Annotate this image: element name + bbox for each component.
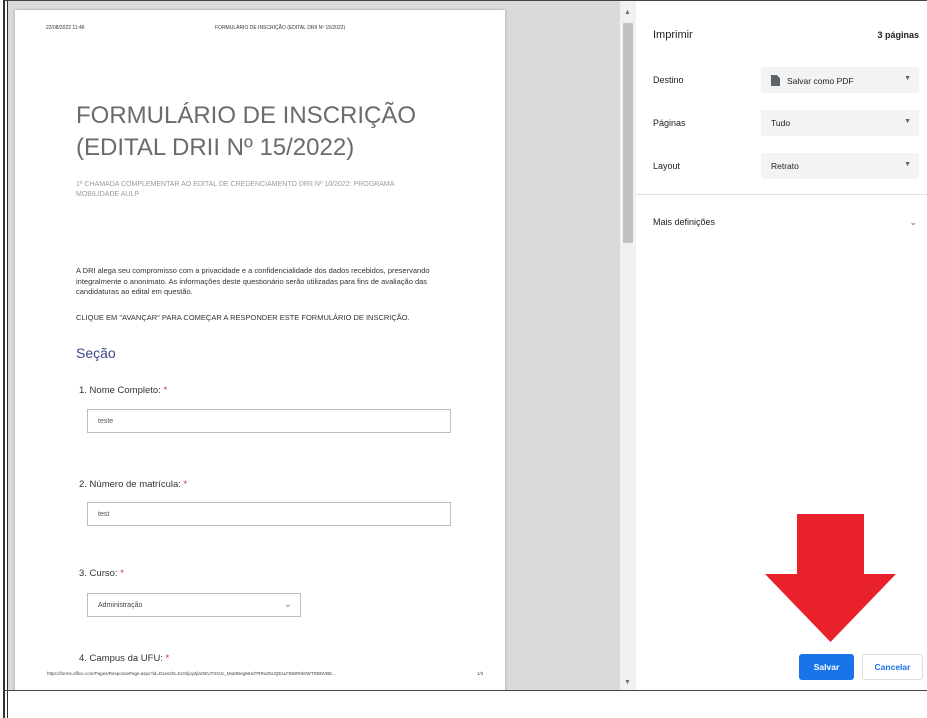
required-marker: *	[183, 479, 188, 490]
course-select-value: Administração	[98, 602, 143, 609]
section-title: Seção	[76, 345, 116, 361]
pages-label: Páginas	[653, 118, 686, 128]
destination-label: Destino	[653, 75, 684, 85]
question-label-2: 2. Número de matrícula: *	[79, 479, 187, 490]
required-marker: *	[120, 568, 124, 579]
pages-select[interactable]: Tudo ▼	[761, 110, 919, 136]
panel-title: Imprimir	[653, 29, 693, 41]
page-header-title: FORMULÁRIO DE INSCRIÇÃO (EDITAL DRII Nº …	[215, 25, 346, 31]
pages-value: Tudo	[771, 118, 791, 128]
question-text: 1. Nome Completo:	[79, 385, 161, 396]
question-text: 2. Número de matrícula:	[79, 479, 181, 490]
question-text: 4. Campus da UFU:	[79, 653, 163, 664]
chevron-down-icon: ▼	[904, 161, 911, 168]
print-preview-area: 22/08/2022 11:46 FORMULÁRIO DE INSCRIÇÃO…	[8, 1, 636, 690]
layout-value: Retrato	[771, 161, 799, 171]
required-marker: *	[163, 385, 168, 396]
page-footer-url: https://forms.office.com/Pages/ResponseP…	[47, 671, 336, 676]
document-icon	[771, 75, 780, 86]
form-subtitle: 1ª CHAMADA COMPLEMENTAR AO EDITAL DE CRE…	[76, 181, 395, 198]
save-button[interactable]: Salvar	[799, 654, 854, 680]
chevron-down-icon: ▼	[904, 75, 911, 82]
form-title: FORMULÁRIO DE INSCRIÇÃO (EDITAL DRII Nº …	[76, 100, 456, 164]
question-label-1: 1. Nome Completo: *	[79, 385, 167, 396]
name-field: teste	[87, 409, 451, 433]
scroll-up-icon[interactable]: ▲	[624, 9, 631, 16]
layout-label: Layout	[653, 161, 681, 171]
cta-text: CLIQUE EM "AVANÇAR" PARA COMEÇAR A RESPO…	[76, 313, 410, 322]
chevron-down-icon[interactable]: ⌄	[909, 217, 917, 228]
cancel-button[interactable]: Cancelar	[862, 654, 923, 680]
preview-scrollbar[interactable]: ▲ ▼	[620, 1, 636, 690]
frame-bottom-line	[3, 690, 927, 691]
question-text: 3. Curso:	[79, 568, 118, 579]
page-header-date: 22/08/2022 11:46	[46, 25, 85, 31]
intro-text: A DRI alega seu compromisso com a privac…	[76, 266, 430, 296]
registration-number-field: test	[87, 502, 451, 526]
destination-select[interactable]: Salvar como PDF ▼	[761, 67, 919, 93]
page-count: 3 páginas	[877, 30, 919, 40]
course-select: Administração ⌄	[87, 593, 301, 617]
page-footer-number: 1/3	[477, 671, 484, 676]
question-label-3: 3. Curso: *	[79, 568, 124, 579]
panel-divider	[636, 194, 927, 195]
more-settings-toggle[interactable]: Mais definições	[653, 217, 715, 227]
chevron-down-icon: ⌄	[283, 599, 292, 610]
scroll-down-icon[interactable]: ▼	[624, 679, 631, 686]
form-title-line2: (EDITAL DRII Nº 15/2022)	[76, 134, 355, 161]
destination-value: Salvar como PDF	[787, 76, 854, 86]
red-arrow-down-icon	[765, 514, 896, 642]
chevron-down-icon: ▼	[904, 118, 911, 125]
question-label-4: 4. Campus da UFU: *	[79, 653, 169, 664]
layout-select[interactable]: Retrato ▼	[761, 153, 919, 179]
frame-left-line	[3, 0, 5, 718]
form-title-line1: FORMULÁRIO DE INSCRIÇÃO	[76, 102, 417, 129]
preview-page: 22/08/2022 11:46 FORMULÁRIO DE INSCRIÇÃO…	[15, 10, 505, 690]
scrollbar-thumb[interactable]	[623, 23, 633, 243]
required-marker: *	[165, 653, 170, 664]
